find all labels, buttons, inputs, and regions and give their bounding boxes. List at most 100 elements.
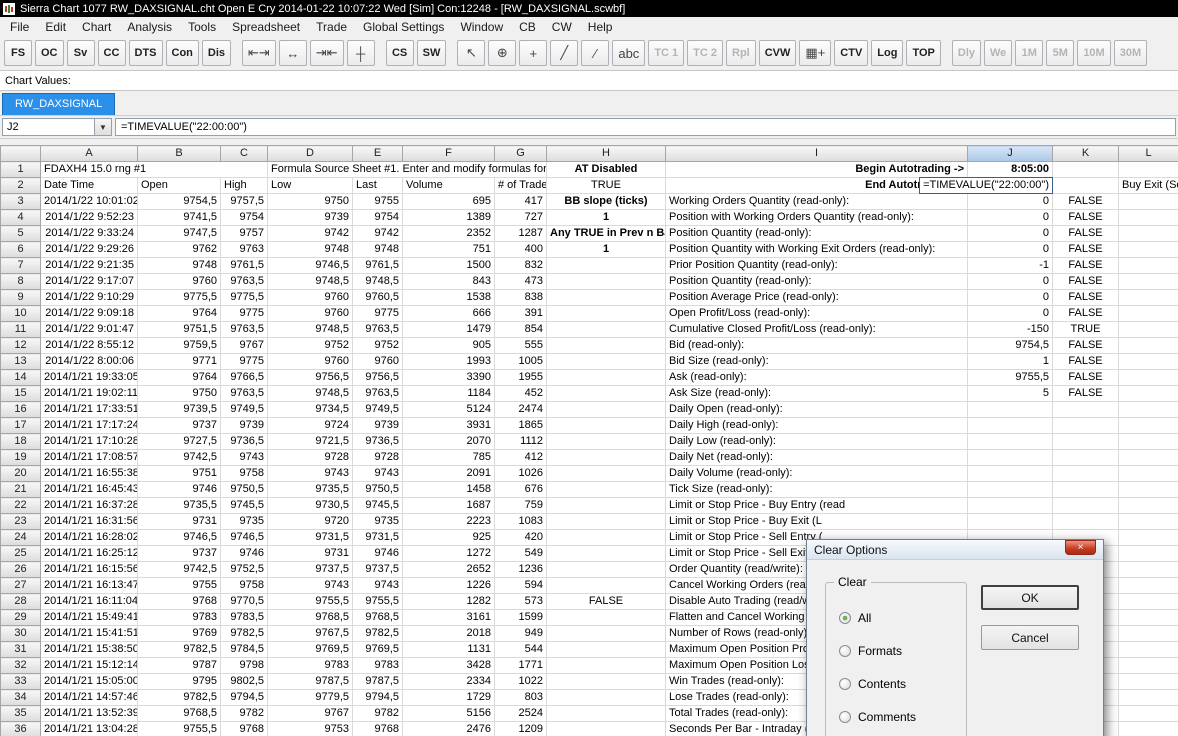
cell-B11[interactable]: 9751,5: [137, 321, 221, 338]
cell-H9[interactable]: [546, 289, 666, 306]
cell-I6[interactable]: Position Quantity with Working Exit Orde…: [665, 241, 968, 258]
cell-F28[interactable]: 1282: [402, 593, 495, 610]
cell-D10[interactable]: 9760: [267, 305, 353, 322]
cell-I11[interactable]: Cumulative Closed Profit/Loss (read-only…: [665, 321, 968, 338]
cell-L26[interactable]: [1118, 561, 1178, 578]
cell-E4[interactable]: 9754: [352, 209, 403, 226]
cell-E18[interactable]: 9736,5: [352, 433, 403, 450]
cell-C23[interactable]: 9735: [220, 513, 268, 530]
cell-L2[interactable]: Buy Exit (Sell): [1118, 177, 1178, 194]
cell-I9[interactable]: Position Average Price (read-only):: [665, 289, 968, 306]
cell-A29[interactable]: 2014/1/21 15:49:41: [40, 609, 138, 626]
cell-B15[interactable]: 9750: [137, 385, 221, 402]
cell-E24[interactable]: 9731,5: [352, 529, 403, 546]
cell-G22[interactable]: 759: [494, 497, 547, 514]
cell-C36[interactable]: 9768: [220, 721, 268, 736]
cell-D16[interactable]: 9734,5: [267, 401, 353, 418]
ok-button[interactable]: OK: [981, 585, 1079, 610]
oc-button[interactable]: OC: [35, 40, 64, 66]
cell-A12[interactable]: 2014/1/22 8:55:12: [40, 337, 138, 354]
cell-L33[interactable]: [1118, 673, 1178, 690]
cell-K4[interactable]: FALSE: [1052, 209, 1119, 226]
row-header-6[interactable]: 6: [0, 241, 41, 258]
menu-item-analysis[interactable]: Analysis: [119, 18, 180, 36]
cell-C19[interactable]: 9743: [220, 449, 268, 466]
menu-item-help[interactable]: Help: [580, 18, 621, 36]
cell-F35[interactable]: 5156: [402, 705, 495, 722]
cell-J22[interactable]: [967, 497, 1053, 514]
radio-icon[interactable]: [839, 612, 851, 624]
cell-L3[interactable]: [1118, 193, 1178, 210]
cell-L6[interactable]: [1118, 241, 1178, 258]
cell-E22[interactable]: 9745,5: [352, 497, 403, 514]
cell-D31[interactable]: 9769,5: [267, 641, 353, 658]
cell-C32[interactable]: 9798: [220, 657, 268, 674]
cell-J14[interactable]: 9755,5: [967, 369, 1053, 386]
radio-icon[interactable]: [839, 645, 851, 657]
cell-J9[interactable]: 0: [967, 289, 1053, 306]
cell-reference-combo[interactable]: J2 ▼: [2, 118, 112, 136]
cell-I22[interactable]: Limit or Stop Price - Buy Entry (read: [665, 497, 968, 514]
cell-F32[interactable]: 3428: [402, 657, 495, 674]
cell-G10[interactable]: 391: [494, 305, 547, 322]
row-header-15[interactable]: 15: [0, 385, 41, 402]
cell-E2[interactable]: Last: [352, 177, 403, 194]
menu-item-chart[interactable]: Chart: [74, 18, 119, 36]
cell-B16[interactable]: 9739,5: [137, 401, 221, 418]
cell-K22[interactable]: [1052, 497, 1119, 514]
cell-E9[interactable]: 9760,5: [352, 289, 403, 306]
cell-C17[interactable]: 9739: [220, 417, 268, 434]
cell-E5[interactable]: 9742: [352, 225, 403, 242]
cell-E32[interactable]: 9783: [352, 657, 403, 674]
cell-F30[interactable]: 2018: [402, 625, 495, 642]
cell-B4[interactable]: 9741,5: [137, 209, 221, 226]
cell-A10[interactable]: 2014/1/22 9:09:18: [40, 305, 138, 322]
cell-H29[interactable]: [546, 609, 666, 626]
cell-G24[interactable]: 420: [494, 529, 547, 546]
cell-J17[interactable]: [967, 417, 1053, 434]
cell-C27[interactable]: 9758: [220, 577, 268, 594]
row-header-28[interactable]: 28: [0, 593, 41, 610]
cell-C30[interactable]: 9782,5: [220, 625, 268, 642]
cell-B12[interactable]: 9759,5: [137, 337, 221, 354]
cell-D9[interactable]: 9760: [267, 289, 353, 306]
cell-L16[interactable]: [1118, 401, 1178, 418]
cell-G17[interactable]: 1865: [494, 417, 547, 434]
menu-item-file[interactable]: File: [2, 18, 37, 36]
cell-K8[interactable]: FALSE: [1052, 273, 1119, 290]
cell-L14[interactable]: [1118, 369, 1178, 386]
cell-H34[interactable]: [546, 689, 666, 706]
menu-item-cw[interactable]: CW: [544, 18, 580, 36]
row-header-2[interactable]: 2: [0, 177, 41, 194]
cell-E34[interactable]: 9794,5: [352, 689, 403, 706]
cell-I5[interactable]: Position Quantity (read-only):: [665, 225, 968, 242]
cell-B18[interactable]: 9727,5: [137, 433, 221, 450]
cell-E17[interactable]: 9739: [352, 417, 403, 434]
30min-button[interactable]: 30M: [1113, 40, 1148, 66]
cell-J5[interactable]: 0: [967, 225, 1053, 242]
cell-A27[interactable]: 2014/1/21 16:13:47: [40, 577, 138, 594]
cell-F31[interactable]: 1131: [402, 641, 495, 658]
cell-F25[interactable]: 1272: [402, 545, 495, 562]
cell-A6[interactable]: 2014/1/22 9:29:26: [40, 241, 138, 258]
cell-C10[interactable]: 9775: [220, 305, 268, 322]
radio-option-comments[interactable]: Comments: [839, 710, 916, 724]
cell-F24[interactable]: 925: [402, 529, 495, 546]
cell-G8[interactable]: 473: [494, 273, 547, 290]
cell-C24[interactable]: 9746,5: [220, 529, 268, 546]
cell-G4[interactable]: 727: [494, 209, 547, 226]
log-button[interactable]: Log: [871, 40, 904, 66]
cell-G21[interactable]: 676: [494, 481, 547, 498]
cell-B22[interactable]: 9735,5: [137, 497, 221, 514]
5min-button[interactable]: 5M: [1046, 40, 1075, 66]
cell-C4[interactable]: 9754: [220, 209, 268, 226]
1min-button[interactable]: 1M: [1015, 40, 1044, 66]
cell-J18[interactable]: [967, 433, 1053, 450]
row-header-4[interactable]: 4: [0, 209, 41, 226]
cell-D13[interactable]: 9760: [267, 353, 353, 370]
cell-F13[interactable]: 1993: [402, 353, 495, 370]
cell-F5[interactable]: 2352: [402, 225, 495, 242]
cell-F20[interactable]: 2091: [402, 465, 495, 482]
cell-J20[interactable]: [967, 465, 1053, 482]
cell-E16[interactable]: 9749,5: [352, 401, 403, 418]
